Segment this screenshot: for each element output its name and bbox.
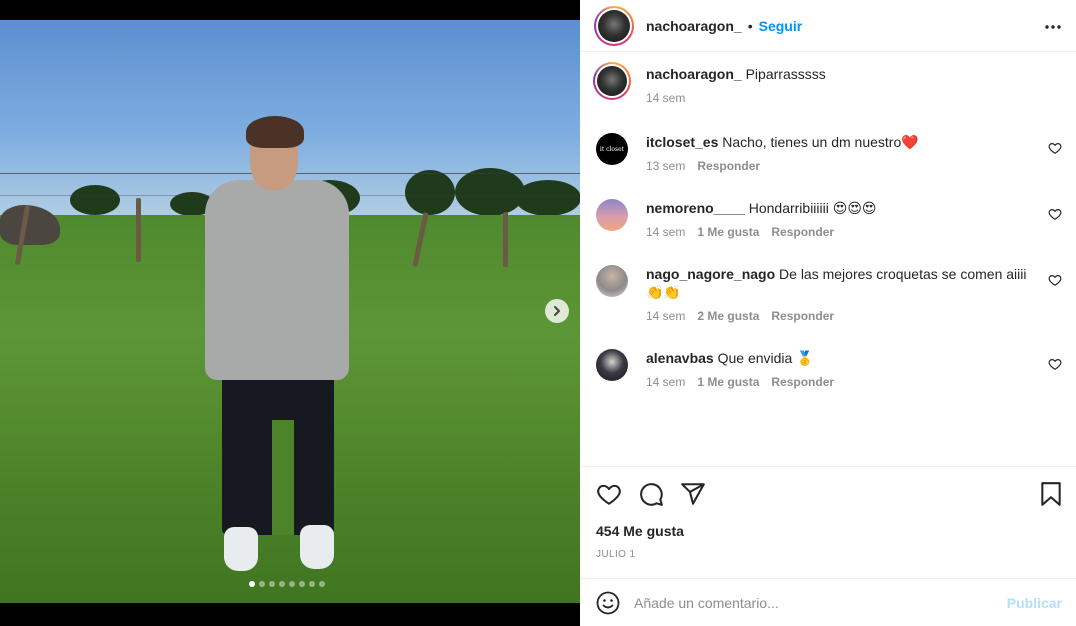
comment-text: Que envidia 🥇 (717, 350, 814, 366)
comments-list[interactable]: nachoaragon_ Piparrasssss 14 sem it clos… (580, 53, 1076, 466)
post-photo[interactable] (0, 20, 580, 603)
tree (70, 185, 120, 215)
comment-likes[interactable]: 1 Me gusta (697, 225, 759, 239)
carousel-dot[interactable] (309, 581, 315, 587)
comment-item: it closet itcloset_es Nacho, tienes un d… (596, 133, 1062, 173)
tree (515, 180, 580, 216)
reply-button[interactable]: Responder (771, 375, 834, 389)
person-shoe (300, 525, 334, 569)
publish-button[interactable]: Publicar (1007, 595, 1062, 611)
author-username[interactable]: nachoaragon_ (646, 18, 742, 34)
carousel-dot[interactable] (289, 581, 295, 587)
carousel-dots (249, 581, 325, 587)
comment-text: Nacho, tienes un dm nuestro❤️ (722, 134, 919, 150)
fence-post (136, 198, 141, 262)
bookmark-icon[interactable] (1038, 481, 1064, 507)
reply-button[interactable]: Responder (771, 225, 834, 239)
person-shoe (224, 527, 258, 571)
comment-likes[interactable]: 2 Me gusta (697, 309, 759, 323)
carousel-dot[interactable] (279, 581, 285, 587)
heart-icon[interactable] (596, 481, 622, 507)
comment-like-heart-icon[interactable] (1048, 357, 1062, 371)
carousel-next-button[interactable] (545, 299, 569, 323)
carousel-dot[interactable] (319, 581, 325, 587)
comment-username[interactable]: itcloset_es (646, 134, 718, 150)
carousel-dot[interactable] (249, 581, 255, 587)
comment-like-heart-icon[interactable] (1048, 273, 1062, 287)
comment-time[interactable]: 14 sem (646, 309, 685, 323)
author-avatar[interactable] (594, 5, 634, 46)
likes-count[interactable]: 454 Me gusta (596, 523, 684, 539)
caption-time[interactable]: 14 sem (646, 91, 685, 105)
post-header: nachoaragon_ • Seguir (580, 0, 1076, 52)
person-hair (246, 116, 304, 148)
author-avatar[interactable] (593, 62, 631, 100)
comment-avatar[interactable]: it closet (596, 133, 628, 165)
caption: nachoaragon_ Piparrasssss 14 sem (593, 62, 1062, 105)
separator: • (747, 17, 753, 34)
comment-like-heart-icon[interactable] (1048, 141, 1062, 155)
carousel-dot[interactable] (259, 581, 265, 587)
carousel-dot[interactable] (299, 581, 305, 587)
comment-time[interactable]: 14 sem (646, 225, 685, 239)
comment-item: alenavbas Que envidia 🥇 14 sem 1 Me gust… (596, 349, 1062, 389)
tree (455, 168, 525, 216)
chevron-right-icon (554, 306, 560, 316)
comment-username[interactable]: nago_nagore_nago (646, 266, 775, 282)
comment-username[interactable]: nemoreno____ (646, 200, 745, 216)
avatar-logo-text: it closet (599, 145, 625, 153)
comment-likes[interactable]: 1 Me gusta (697, 375, 759, 389)
post-side-panel: nachoaragon_ • Seguir nachoaragon_ Pipar… (580, 0, 1076, 626)
more-options-button[interactable] (1044, 14, 1062, 34)
post-media (0, 0, 580, 626)
leg-gap (272, 420, 294, 535)
follow-button[interactable]: Seguir (759, 18, 803, 34)
share-icon[interactable] (680, 481, 706, 507)
comment-time[interactable]: 13 sem (646, 159, 685, 173)
comment-icon[interactable] (638, 481, 664, 507)
comment-input[interactable] (634, 594, 974, 611)
comment-avatar[interactable] (596, 265, 628, 297)
reply-button[interactable]: Responder (697, 159, 760, 173)
more-horizontal-icon (1045, 25, 1061, 29)
carousel-dot[interactable] (269, 581, 275, 587)
comment-text: Hondarribiiiiii 😍😍😍 (748, 200, 877, 216)
post-date[interactable]: JULIO 1 (596, 549, 635, 560)
comment-like-heart-icon[interactable] (1048, 207, 1062, 221)
reply-button[interactable]: Responder (771, 309, 834, 323)
caption-username[interactable]: nachoaragon_ (646, 66, 742, 82)
comment-avatar[interactable] (596, 349, 628, 381)
comment-item: nemoreno____ Hondarribiiiiii 😍😍😍 14 sem … (596, 199, 1062, 239)
post-actions: 454 Me gusta JULIO 1 (580, 466, 1076, 578)
comment-username[interactable]: alenavbas (646, 350, 714, 366)
fence-post (503, 212, 508, 267)
caption-text: Piparrasssss (745, 66, 826, 82)
comment-item: nago_nagore_nago De las mejores croqueta… (596, 265, 1062, 323)
comment-time[interactable]: 14 sem (646, 375, 685, 389)
tree (405, 170, 455, 215)
emoji-icon[interactable] (596, 591, 620, 615)
comment-composer: Publicar (580, 578, 1076, 626)
comment-avatar[interactable] (596, 199, 628, 231)
person-hoodie (205, 180, 349, 380)
